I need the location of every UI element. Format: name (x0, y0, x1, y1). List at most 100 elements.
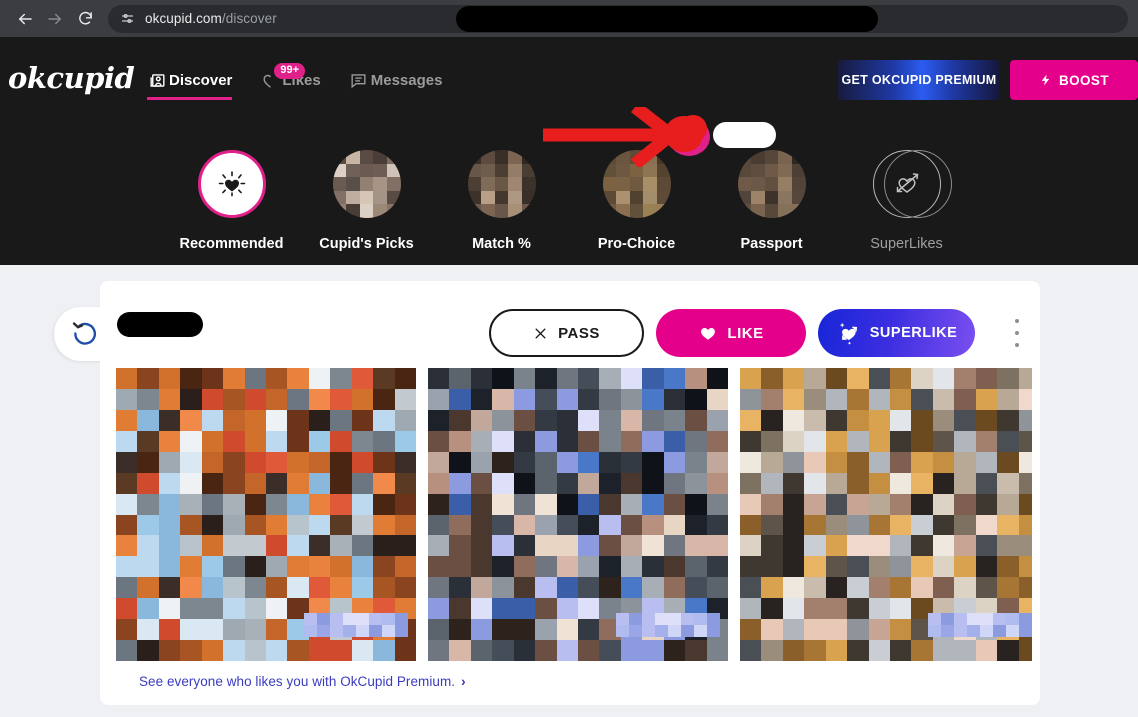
mosaic-pixel (967, 625, 980, 637)
mosaic-pixel (332, 204, 347, 218)
site-settings-icon[interactable] (118, 10, 136, 28)
mosaic-pixel (804, 368, 826, 389)
mosaic-pixel (332, 163, 347, 178)
mosaic-pixel (911, 577, 933, 599)
get-premium-button[interactable]: GET OKCUPID PREMIUM (838, 60, 1000, 100)
mosaic-pixel (266, 556, 288, 578)
kebab-menu-icon[interactable] (1007, 319, 1027, 347)
mosaic-pixel (116, 556, 138, 578)
category-recommended[interactable]: Recommended (164, 123, 299, 252)
address-bar[interactable]: okcupid.com/discover (108, 4, 1128, 33)
forward-button[interactable] (40, 4, 70, 34)
mosaic-pixel (629, 190, 644, 205)
mosaic-pixel (394, 451, 416, 473)
mosaic-pixel (629, 625, 642, 637)
profile-photo-3[interactable] (740, 368, 1032, 661)
mosaic-pixel (373, 163, 387, 178)
premium-upsell-link[interactable]: See everyone who likes you with OkCupid … (139, 673, 466, 689)
mosaic-pixel (706, 409, 728, 431)
mosaic-pixel (223, 535, 245, 557)
mosaic-pixel (655, 613, 668, 625)
mosaic-pixel (287, 451, 309, 473)
mosaic-pixel (137, 598, 159, 620)
like-button[interactable]: LIKE (656, 309, 806, 357)
mosaic-pixel (663, 640, 686, 661)
kebab-dot (1015, 331, 1019, 335)
mosaic-pixel (116, 368, 138, 389)
redacted-username (713, 122, 776, 148)
mosaic-pixel (449, 556, 471, 578)
mosaic-pixel (556, 388, 578, 410)
mosaic-pixel (1018, 472, 1032, 494)
nav-tab-messages[interactable]: Messages (349, 37, 442, 123)
mosaic-pixel (847, 368, 869, 389)
mosaic-pixel (663, 409, 686, 431)
mosaic-pixel (761, 640, 783, 661)
mosaic-pixel (287, 556, 309, 578)
mosaic-pixel (244, 577, 266, 599)
boost-button[interactable]: BOOST (1010, 60, 1138, 100)
mosaic-pixel (287, 368, 309, 389)
mosaic-pixel (467, 177, 482, 191)
superlike-button[interactable]: SUPERLIKE (818, 309, 975, 357)
mosaic-pixel (373, 514, 395, 536)
mosaic-pixel (351, 556, 374, 578)
category-superlikes[interactable]: SuperLikes (839, 123, 974, 252)
reload-button[interactable] (70, 4, 100, 34)
category-superlikes-label: SuperLikes (870, 236, 943, 252)
mosaic-pixel (825, 368, 848, 389)
mosaic-pixel (428, 598, 450, 620)
mosaic-pixel (556, 556, 578, 578)
mosaic-pixel (449, 493, 471, 515)
mosaic-pixel (266, 577, 288, 599)
mosaic-pixel (556, 409, 578, 431)
mosaic-pixel (804, 430, 826, 452)
back-button[interactable] (10, 4, 40, 34)
mosaic-pixel (244, 409, 266, 431)
mosaic-pixel (494, 177, 509, 191)
mosaic-pixel (778, 190, 792, 205)
mosaic-pixel (180, 535, 202, 557)
mosaic-pixel (535, 598, 557, 620)
profile-photo-1[interactable] (116, 368, 416, 661)
mosaic-pixel (975, 556, 998, 578)
mosaic-pixel (629, 204, 644, 218)
mosaic-pixel (642, 625, 655, 637)
mosaic-pixel (481, 177, 495, 191)
mosaic-pixel (928, 613, 941, 625)
mosaic-pixel (330, 577, 352, 599)
mosaic-pixel (778, 204, 792, 218)
mosaic-pixel (513, 451, 536, 473)
okcupid-logo[interactable]: okcupid (8, 61, 135, 95)
mosaic-pixel (847, 430, 869, 452)
mosaic-pixel (706, 514, 728, 536)
mosaic-pixel (599, 535, 621, 557)
mosaic-pixel (201, 430, 224, 452)
mosaic-pixel (287, 430, 309, 452)
mosaic-pixel (764, 163, 779, 178)
mosaic-pixel (481, 204, 495, 218)
category-cupids-picks[interactable]: Cupid's Picks (299, 123, 434, 252)
nav-tab-discover[interactable]: Discover (147, 37, 233, 123)
mosaic-pixel (287, 640, 309, 661)
lightning-bolt-icon (1041, 74, 1050, 86)
category-cupids-picks-photo (332, 150, 401, 218)
nav-tab-likes[interactable]: Likes 99+ (260, 37, 321, 123)
mosaic-pixel (535, 430, 557, 452)
mosaic-pixel (737, 177, 752, 191)
mosaic-pixel (373, 204, 387, 218)
mosaic-pixel (847, 619, 869, 641)
mosaic-pixel (975, 493, 998, 515)
mosaic-pixel (351, 535, 374, 557)
mosaic-pixel (578, 514, 600, 536)
mosaic-pixel (449, 472, 471, 494)
mosaic-pixel (616, 177, 630, 191)
mosaic-pixel (351, 577, 374, 599)
profile-photo-2[interactable] (428, 368, 728, 661)
mosaic-pixel (373, 177, 387, 191)
mosaic-pixel (1018, 556, 1032, 578)
pass-button-label: PASS (558, 324, 600, 342)
mosaic-pixel (244, 619, 266, 641)
mosaic-pixel (266, 535, 288, 557)
pass-button[interactable]: PASS (489, 309, 644, 357)
